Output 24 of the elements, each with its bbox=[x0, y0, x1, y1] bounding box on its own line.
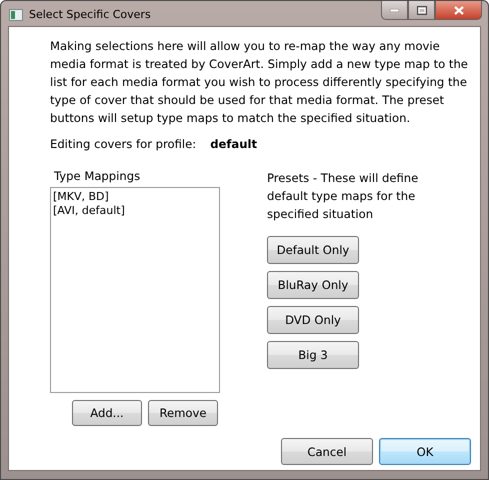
close-icon bbox=[454, 6, 464, 14]
remove-button[interactable]: Remove bbox=[148, 400, 218, 426]
ok-button[interactable]: OK bbox=[379, 438, 471, 465]
minimize-icon bbox=[390, 8, 399, 12]
presets-description: Presets - These will define default type maps for the specified situation bbox=[267, 170, 420, 223]
maximize-button[interactable] bbox=[408, 1, 435, 20]
preset-button[interactable]: DVD Only bbox=[267, 306, 359, 334]
add-button[interactable]: Add... bbox=[72, 400, 142, 426]
profile-label: Editing covers for profile: bbox=[50, 137, 196, 151]
window-title: Select Specific Covers bbox=[29, 8, 151, 21]
list-item[interactable]: [MKV, BD] bbox=[53, 190, 109, 204]
profile-name: default bbox=[210, 137, 257, 151]
window-icon bbox=[9, 8, 23, 20]
cancel-button[interactable]: Cancel bbox=[281, 438, 373, 465]
type-mappings-label: Type Mappings bbox=[53, 169, 142, 183]
preset-button[interactable]: BluRay Only bbox=[267, 271, 359, 299]
preset-button[interactable]: Default Only bbox=[267, 236, 359, 264]
preset-button[interactable]: Big 3 bbox=[267, 341, 359, 369]
maximize-icon bbox=[416, 6, 426, 14]
description-text: Making selections here will allow you to re-map the way any movie media format is treated by CoverArt. Simply add a new type map to the list for each media format you wish to process differently specifying the type of cover that should be used for that media format. The preset buttons will setup type maps to match the specified situation. bbox=[50, 38, 468, 127]
type-mappings-list[interactable]: [MKV, BD] [AVI, default] bbox=[50, 187, 220, 393]
minimize-button[interactable] bbox=[381, 1, 408, 20]
close-button[interactable] bbox=[435, 1, 482, 20]
list-item[interactable]: [AVI, default] bbox=[53, 204, 125, 218]
